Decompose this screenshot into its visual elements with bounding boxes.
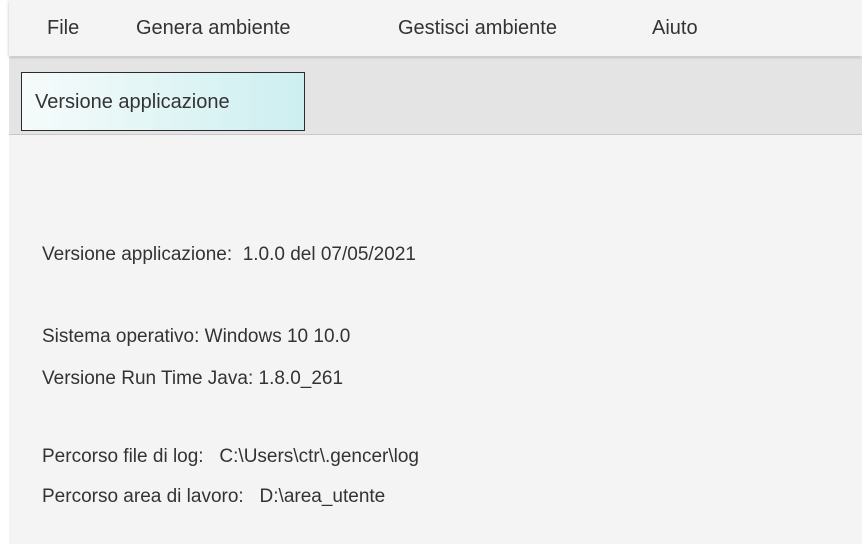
java-runtime-text: Versione Run Time Java: 1.8.0_261 — [42, 368, 344, 389]
app-version-text: Versione applicazione: 1.0.0 del 07/05/2… — [42, 244, 416, 265]
menu-gestisci-ambiente[interactable]: Gestisci ambiente — [398, 16, 557, 40]
menu-aiuto[interactable]: Aiuto — [652, 16, 698, 40]
log-path-text: Percorso file di log: C:\Users\ctr\.genc… — [42, 446, 419, 467]
menu-bar: File Genera ambiente Gestisci ambiente A… — [9, 0, 862, 56]
menu-file[interactable]: File — [47, 16, 79, 40]
tab-versione-applicazione[interactable]: Versione applicazione — [21, 72, 305, 131]
menu-genera-ambiente[interactable]: Genera ambiente — [136, 16, 291, 40]
os-text: Sistema operativo: Windows 10 10.0 — [42, 326, 351, 347]
workspace-path-text: Percorso area di lavoro: D:\area_utente — [42, 486, 386, 507]
tab-bar: Versione applicazione — [9, 57, 862, 135]
version-info-panel: Versione applicazione: 1.0.0 del 07/05/2… — [9, 135, 862, 544]
window-left-edge — [0, 0, 9, 544]
